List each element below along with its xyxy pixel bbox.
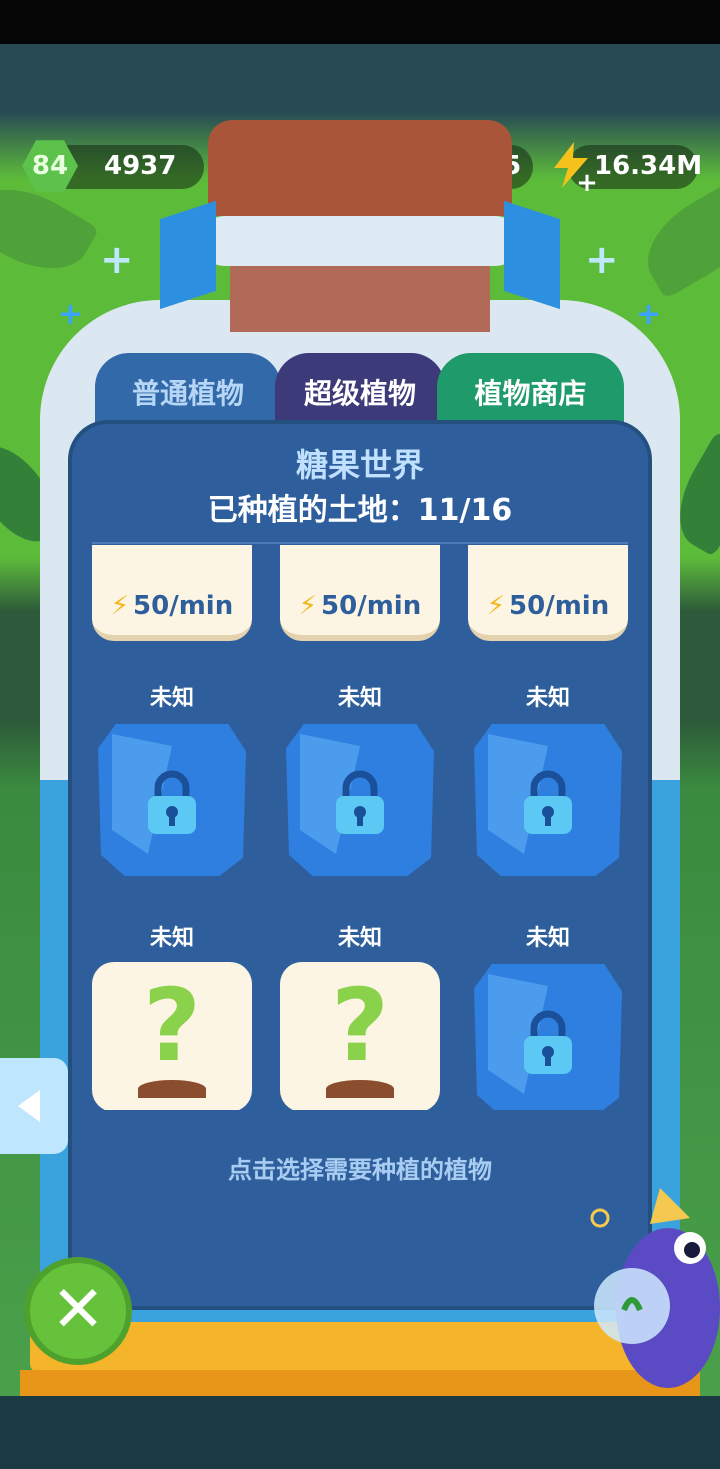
plant-card[interactable]: ⚡ 50/min	[92, 545, 252, 641]
energy-rate: ⚡ 50/min	[298, 591, 422, 621]
sparkle-icon: +	[58, 297, 84, 332]
select-plant-hint: 点击选择需要种植的植物	[228, 1156, 492, 1184]
sparkle-icon: +	[636, 297, 662, 332]
plant-name-label: 未知	[149, 686, 194, 711]
leaf-decoration	[630, 178, 720, 300]
locked-plant-slot[interactable]	[468, 960, 628, 1110]
planted-land-count: 已种植的土地：11/16	[207, 493, 513, 528]
bolt-icon: ⚡	[298, 591, 318, 621]
plant-card[interactable]: ⚡ 50/min	[280, 545, 440, 641]
plant-name-label: 未知	[337, 926, 382, 951]
world-title: 糖果世界	[295, 446, 424, 484]
crystal-decoration	[504, 200, 560, 310]
status-bar	[0, 0, 720, 44]
plant-name-label: 未知	[525, 926, 570, 951]
question-mark-icon: ?	[142, 967, 201, 1084]
add-energy-icon[interactable]: +	[576, 170, 598, 196]
jar-rim	[200, 216, 520, 266]
dirt-mound	[138, 1080, 206, 1098]
crystal-decoration	[160, 200, 216, 310]
sparkle-icon: +	[585, 237, 619, 283]
lock-icon	[336, 770, 384, 834]
lock-icon	[148, 770, 196, 834]
coin-value: 4937	[104, 151, 177, 181]
arrow-left-icon	[18, 1090, 40, 1122]
locked-plant-slot[interactable]	[280, 720, 440, 880]
plant-name-label: 未知	[525, 686, 570, 711]
energy-rate: ⚡ 50/min	[486, 591, 610, 621]
sparkle-icon: +	[100, 237, 134, 283]
unknown-plant-slot[interactable]: ?	[280, 962, 440, 1110]
energy-rate: ⚡ 50/min	[110, 591, 234, 621]
jar-cork	[208, 120, 512, 216]
divider	[92, 542, 628, 544]
navigation-bar	[0, 1396, 720, 1469]
locked-plant-slot[interactable]	[92, 720, 252, 880]
bolt-icon: ⚡	[110, 591, 130, 621]
lock-icon	[524, 1010, 572, 1074]
close-button[interactable]: ✕	[24, 1257, 132, 1365]
collapse-arrow-button[interactable]	[0, 1058, 68, 1154]
dirt-mound	[326, 1080, 394, 1098]
bolt-icon: ⚡	[486, 591, 506, 621]
mascot-character-icon[interactable]	[580, 1178, 720, 1396]
plant-card[interactable]: ⚡ 50/min	[468, 545, 628, 641]
locked-plant-slot[interactable]	[468, 720, 628, 880]
unknown-plant-slot[interactable]: ?	[92, 962, 252, 1110]
plant-name-label: 未知	[149, 926, 194, 951]
plant-grid: ⚡ 50/min ⚡ 50/min ⚡ 50/min 未知 未知 未知 未知 未…	[80, 545, 640, 1110]
jar-neck	[230, 262, 490, 332]
lock-icon	[524, 770, 572, 834]
energy-value: 16.34M	[594, 151, 703, 181]
question-mark-icon: ?	[330, 967, 389, 1084]
plant-name-label: 未知	[337, 686, 382, 711]
